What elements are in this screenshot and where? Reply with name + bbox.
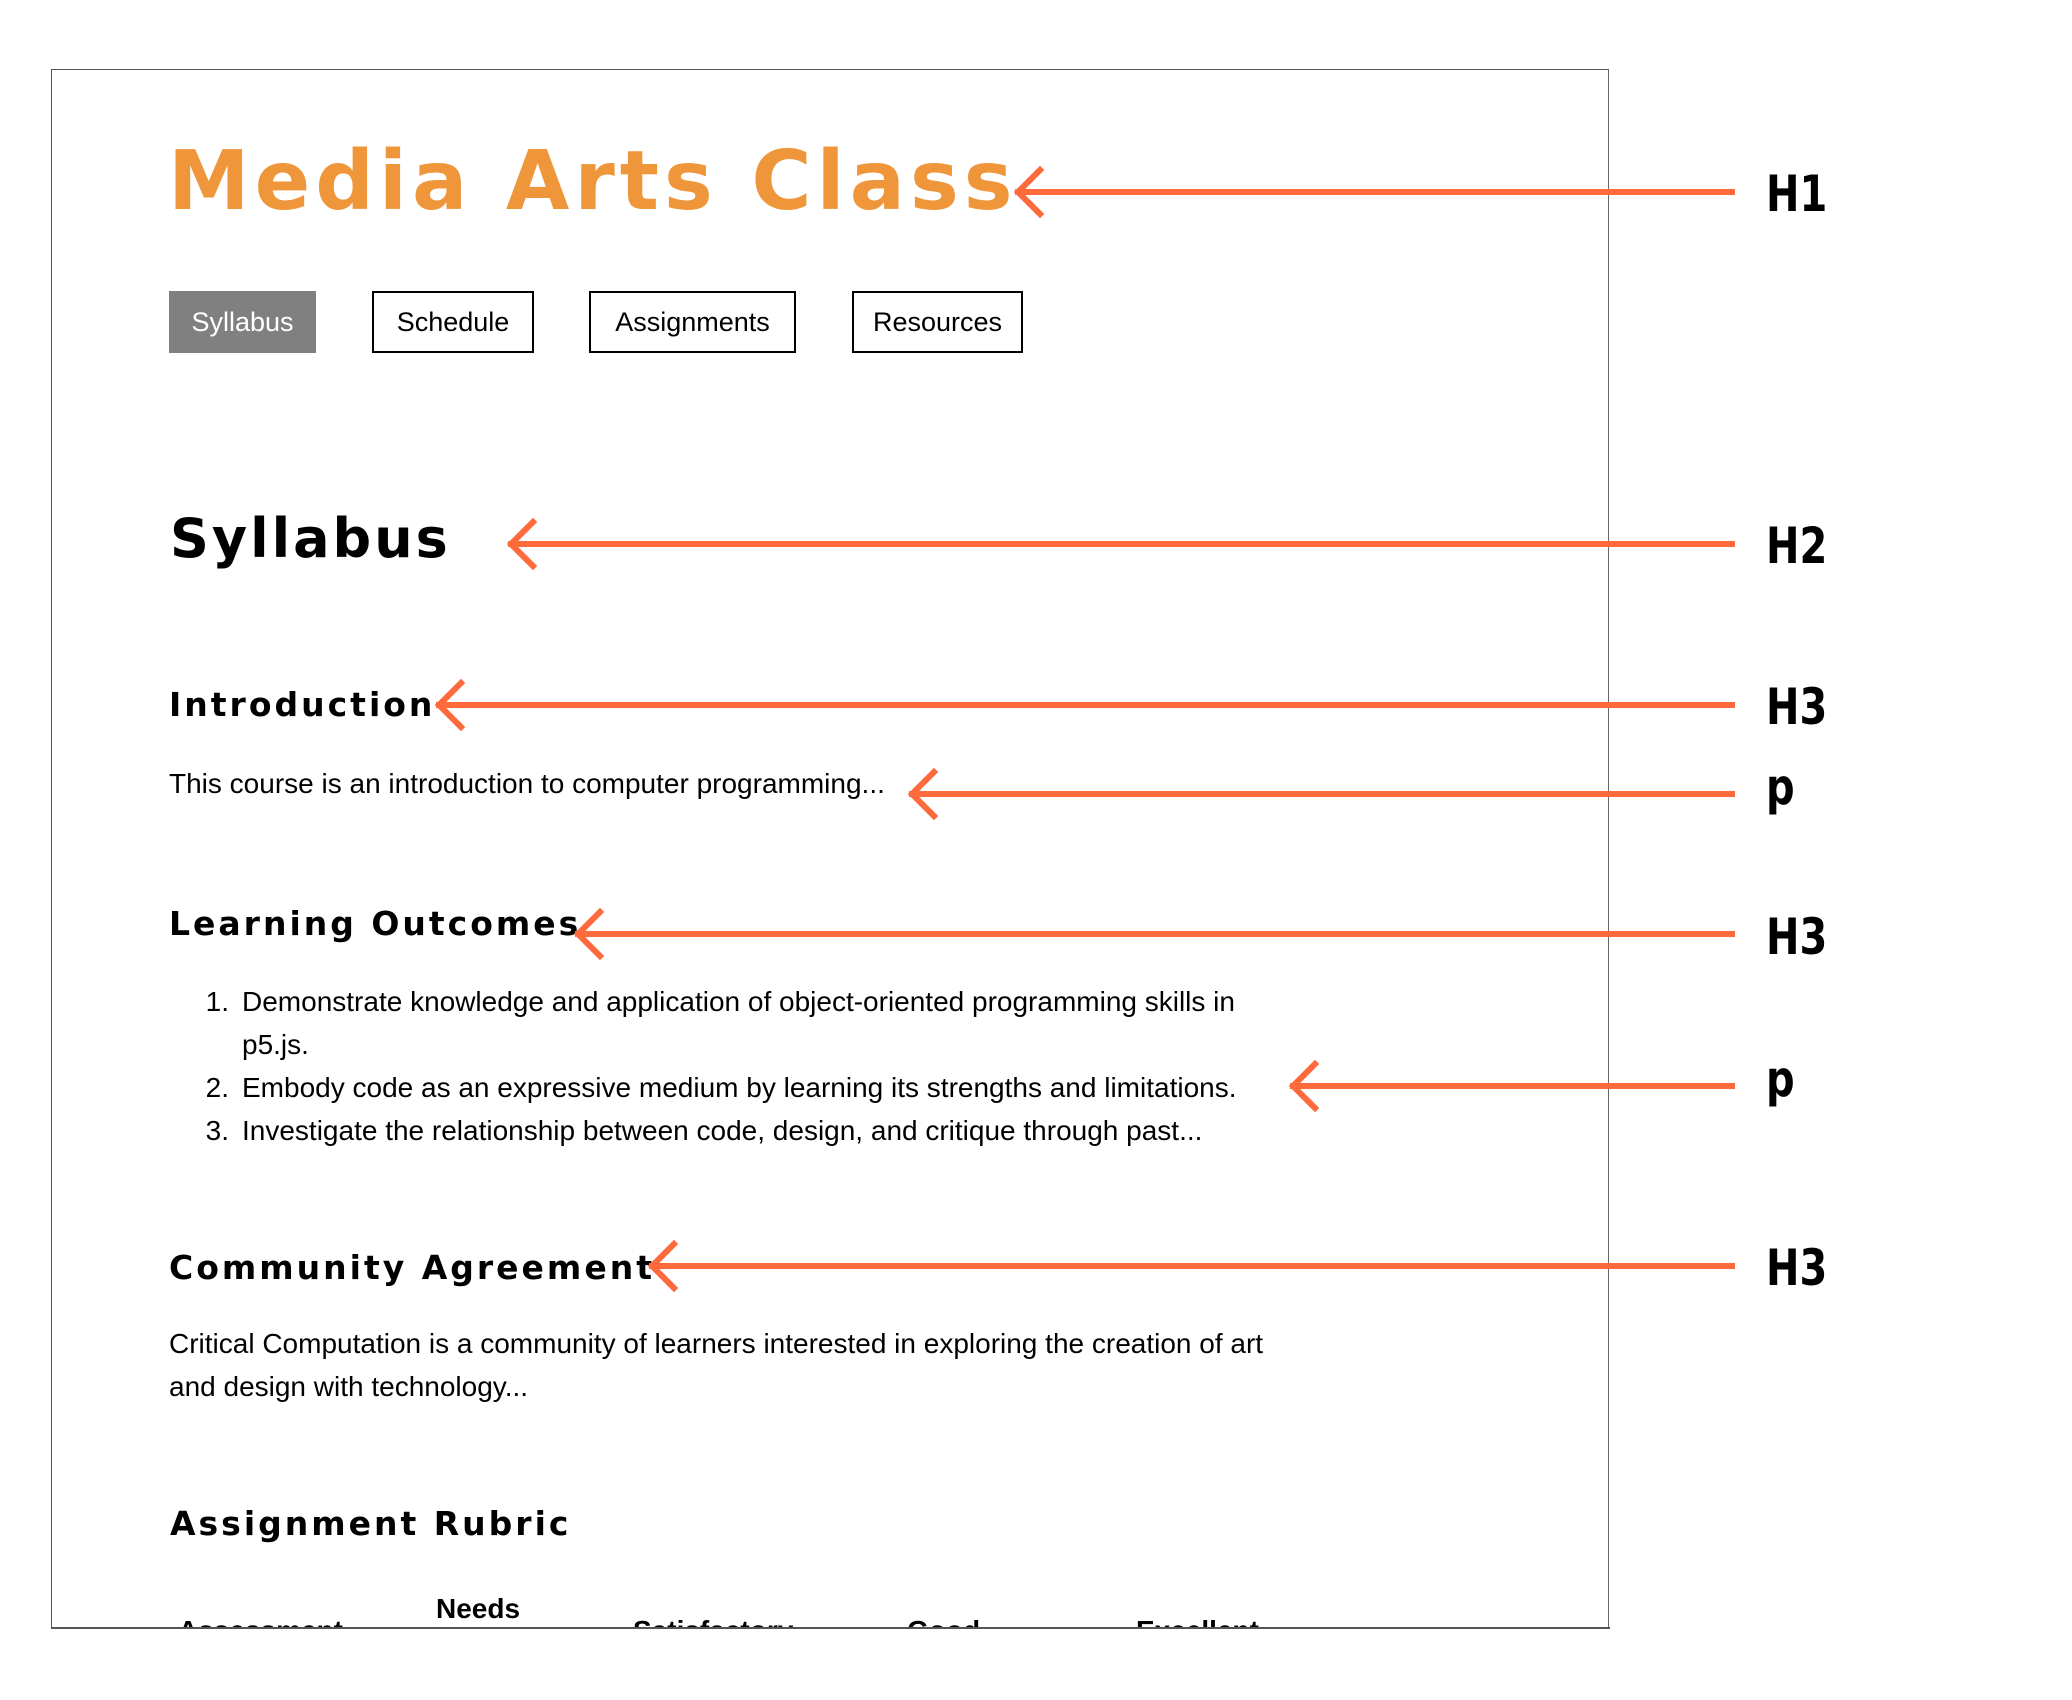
list-item-text-continued: p5.js. bbox=[242, 1029, 309, 1060]
introduction-heading: Introduction bbox=[169, 685, 436, 724]
annotation-label-h3: H3 bbox=[1766, 678, 1828, 736]
annotation-label-h2: H2 bbox=[1766, 517, 1828, 575]
nav-tab-schedule[interactable]: Schedule bbox=[372, 291, 534, 353]
introduction-paragraph: This course is an introduction to comput… bbox=[169, 768, 885, 799]
list-item-number: 3. bbox=[205, 1115, 229, 1146]
list-item-text: Embody code as an expressive medium by l… bbox=[242, 1072, 1237, 1103]
community-agreement-heading: Community Agreement bbox=[169, 1248, 655, 1287]
assignment-rubric-heading: Assignment Rubric bbox=[170, 1504, 572, 1543]
nav-tab-syllabus[interactable]: Syllabus bbox=[169, 291, 316, 353]
rubric-table-header-clip: Assessment Needs Satisfactory Good Excel… bbox=[52, 1560, 1608, 1629]
page-title: Media Arts Class bbox=[168, 134, 1018, 229]
annotation-label-h3: H3 bbox=[1766, 1239, 1828, 1297]
learning-outcomes-heading: Learning Outcomes bbox=[169, 904, 582, 943]
community-agreement-paragraph-line: and design with technology... bbox=[169, 1371, 529, 1402]
list-item-text: Investigate the relationship between cod… bbox=[242, 1115, 1203, 1146]
nav-tab-resources[interactable]: Resources bbox=[852, 291, 1023, 353]
list-item-number: 2. bbox=[205, 1072, 229, 1103]
list-item-number: 1. bbox=[205, 986, 229, 1017]
rubric-column-needs: Needs bbox=[436, 1593, 521, 1624]
nav-tab-assignments[interactable]: Assignments bbox=[589, 291, 796, 353]
section-title: Syllabus bbox=[170, 507, 451, 570]
annotation-label-p: p bbox=[1766, 1050, 1795, 1108]
frame-bottom-edge bbox=[51, 1627, 1610, 1629]
annotation-label-p: p bbox=[1766, 758, 1795, 816]
annotation-label-h3: H3 bbox=[1766, 908, 1828, 966]
community-agreement-paragraph-line: Critical Computation is a community of l… bbox=[169, 1328, 1264, 1359]
annotation-label-h1: H1 bbox=[1766, 165, 1828, 223]
list-item-text: Demonstrate knowledge and application of… bbox=[242, 986, 1235, 1017]
